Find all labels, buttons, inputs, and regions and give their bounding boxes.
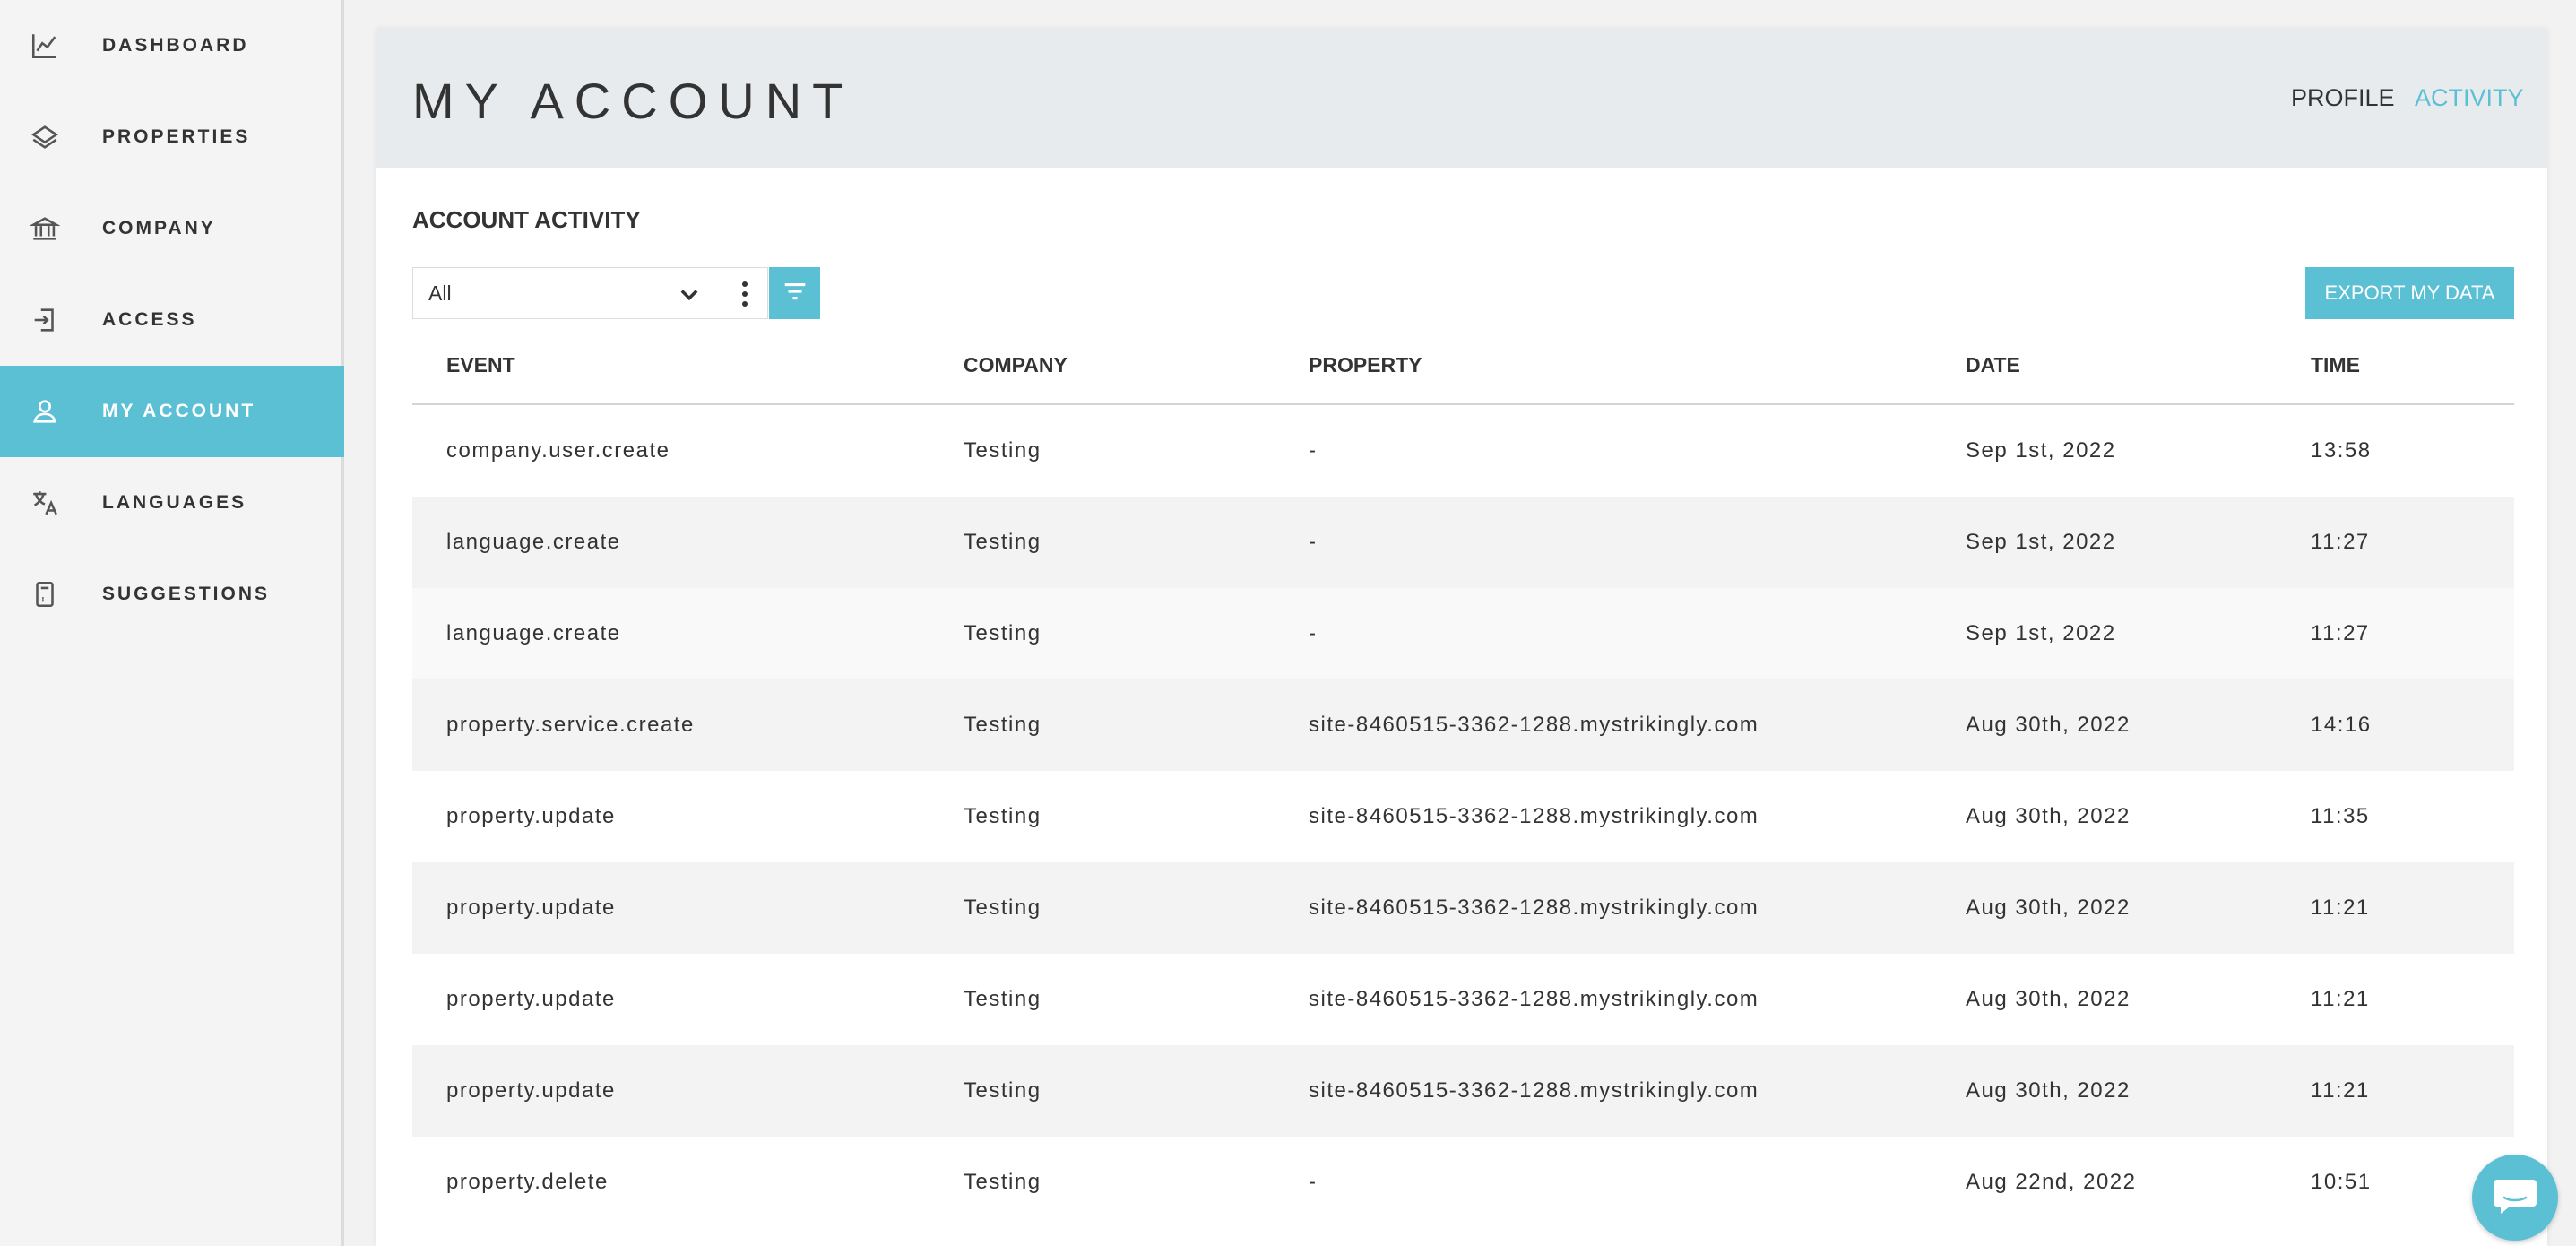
cell-property: site-8460515-3362-1288.mystrikingly.com xyxy=(1309,713,1759,737)
sidebar-item-company[interactable]: COMPANY xyxy=(0,183,344,274)
sidebar-item-label: DASHBOARD xyxy=(102,35,249,56)
activity-table: EVENT COMPANY PROPERTY DATE TIME company… xyxy=(412,321,2514,1228)
chart-line-icon xyxy=(29,30,61,62)
cell-time: 14:16 xyxy=(2311,713,2372,737)
app: DASHBOARD PROPERTIES COMPANY ACCESS MY A… xyxy=(0,0,2576,1246)
cell-event: property.update xyxy=(446,804,616,828)
cell-event: property.update xyxy=(446,896,616,920)
cell-time: 11:27 xyxy=(2311,530,2370,554)
sidebar-item-properties[interactable]: PROPERTIES xyxy=(0,91,344,183)
cell-property: - xyxy=(1309,438,1318,463)
filter-icon xyxy=(782,278,808,309)
table-row: property.update Testing site-8460515-336… xyxy=(412,862,2514,954)
table-row: property.service.create Testing site-846… xyxy=(412,679,2514,771)
sidebar-item-label: SUGGESTIONS xyxy=(102,584,271,604)
table-row: property.update Testing site-8460515-336… xyxy=(412,771,2514,862)
main-card: MY ACCOUNT PROFILE ACTIVITY ACCOUNT ACTI… xyxy=(376,29,2547,1246)
cell-event: language.create xyxy=(446,621,621,645)
sidebar-item-label: LANGUAGES xyxy=(102,492,247,513)
sidebar-item-languages[interactable]: LANGUAGES xyxy=(0,457,344,549)
cell-time: 10:51 xyxy=(2311,1170,2372,1194)
section-title: ACCOUNT ACTIVITY xyxy=(412,206,641,233)
more-vert-icon[interactable] xyxy=(739,281,750,307)
cell-property: - xyxy=(1309,621,1318,645)
cell-time: 11:21 xyxy=(2311,1078,2370,1103)
tab-activity[interactable]: ACTIVITY xyxy=(2415,84,2524,112)
table-row: property.update Testing site-8460515-336… xyxy=(412,954,2514,1045)
sidebar-item-label: PROPERTIES xyxy=(102,126,251,147)
column-header-time[interactable]: TIME xyxy=(2311,353,2360,377)
cell-company: Testing xyxy=(964,896,1042,920)
chat-bubble-icon xyxy=(2492,1174,2538,1222)
cell-date: Aug 30th, 2022 xyxy=(1966,1078,2131,1103)
cell-date: Sep 1st, 2022 xyxy=(1966,530,2116,554)
cell-company: Testing xyxy=(964,713,1042,737)
table-row: property.update Testing site-8460515-336… xyxy=(412,1045,2514,1137)
cell-company: Testing xyxy=(964,530,1042,554)
cell-date: Aug 22nd, 2022 xyxy=(1966,1170,2137,1194)
cell-property: site-8460515-3362-1288.mystrikingly.com xyxy=(1309,1078,1759,1103)
cell-company: Testing xyxy=(964,987,1042,1011)
table-row: company.user.create Testing - Sep 1st, 2… xyxy=(412,405,2514,497)
column-header-date[interactable]: DATE xyxy=(1966,353,2020,377)
sidebar-item-label: ACCESS xyxy=(102,309,197,330)
translate-icon xyxy=(29,487,61,519)
export-my-data-button[interactable]: EXPORT MY DATA xyxy=(2305,267,2514,319)
cell-time: 11:27 xyxy=(2311,621,2370,645)
filter-button[interactable] xyxy=(769,267,820,319)
table-header: EVENT COMPANY PROPERTY DATE TIME xyxy=(412,321,2514,405)
sidebar-item-access[interactable]: ACCESS xyxy=(0,274,344,366)
cell-time: 11:21 xyxy=(2311,987,2370,1011)
cell-date: Aug 30th, 2022 xyxy=(1966,804,2131,828)
cell-company: Testing xyxy=(964,621,1042,645)
tab-profile[interactable]: PROFILE xyxy=(2291,84,2395,112)
sidebar-item-dashboard[interactable]: DASHBOARD xyxy=(0,0,344,91)
cell-time: 13:58 xyxy=(2311,438,2372,463)
filter-selected-value: All xyxy=(428,281,452,305)
cell-date: Sep 1st, 2022 xyxy=(1966,621,2116,645)
cell-company: Testing xyxy=(964,804,1042,828)
cell-company: Testing xyxy=(964,1078,1042,1103)
cell-property: - xyxy=(1309,1170,1318,1194)
suggestion-box-icon xyxy=(29,578,61,610)
cell-date: Sep 1st, 2022 xyxy=(1966,438,2116,463)
table-row: property.delete Testing - Aug 22nd, 2022… xyxy=(412,1137,2514,1228)
page-header: MY ACCOUNT PROFILE ACTIVITY xyxy=(376,29,2547,168)
sidebar-item-suggestions[interactable]: SUGGESTIONS xyxy=(0,549,344,640)
cell-date: Aug 30th, 2022 xyxy=(1966,713,2131,737)
chat-button[interactable] xyxy=(2472,1155,2558,1241)
event-filter-select[interactable]: All xyxy=(412,267,768,319)
sidebar-item-label: COMPANY xyxy=(102,218,216,238)
bank-icon xyxy=(29,212,61,245)
column-header-event[interactable]: EVENT xyxy=(446,353,515,377)
cell-property: - xyxy=(1309,530,1318,554)
cell-event: property.update xyxy=(446,987,616,1011)
cell-property: site-8460515-3362-1288.mystrikingly.com xyxy=(1309,987,1759,1011)
cell-property: site-8460515-3362-1288.mystrikingly.com xyxy=(1309,896,1759,920)
page-title: MY ACCOUNT xyxy=(412,73,854,129)
cell-event: property.update xyxy=(446,1078,616,1103)
cell-property: site-8460515-3362-1288.mystrikingly.com xyxy=(1309,804,1759,828)
sidebar: DASHBOARD PROPERTIES COMPANY ACCESS MY A… xyxy=(0,0,344,1246)
cell-company: Testing xyxy=(964,438,1042,463)
cell-company: Testing xyxy=(964,1170,1042,1194)
cell-event: property.service.create xyxy=(446,713,695,737)
cell-event: property.delete xyxy=(446,1170,609,1194)
cell-event: language.create xyxy=(446,530,621,554)
cell-event: company.user.create xyxy=(446,438,670,463)
layers-icon xyxy=(29,121,61,153)
cell-date: Aug 30th, 2022 xyxy=(1966,987,2131,1011)
login-icon xyxy=(29,304,61,336)
column-header-property[interactable]: PROPERTY xyxy=(1309,353,1422,377)
table-row: language.create Testing - Sep 1st, 2022 … xyxy=(412,588,2514,679)
column-header-company[interactable]: COMPANY xyxy=(964,353,1068,377)
table-row: language.create Testing - Sep 1st, 2022 … xyxy=(412,497,2514,588)
sidebar-item-my-account[interactable]: MY ACCOUNT xyxy=(0,366,344,457)
cell-time: 11:21 xyxy=(2311,896,2370,920)
chevron-down-icon[interactable] xyxy=(677,281,702,307)
user-icon xyxy=(29,395,61,428)
cell-date: Aug 30th, 2022 xyxy=(1966,896,2131,920)
sidebar-item-label: MY ACCOUNT xyxy=(102,401,256,421)
cell-time: 11:35 xyxy=(2311,804,2370,828)
